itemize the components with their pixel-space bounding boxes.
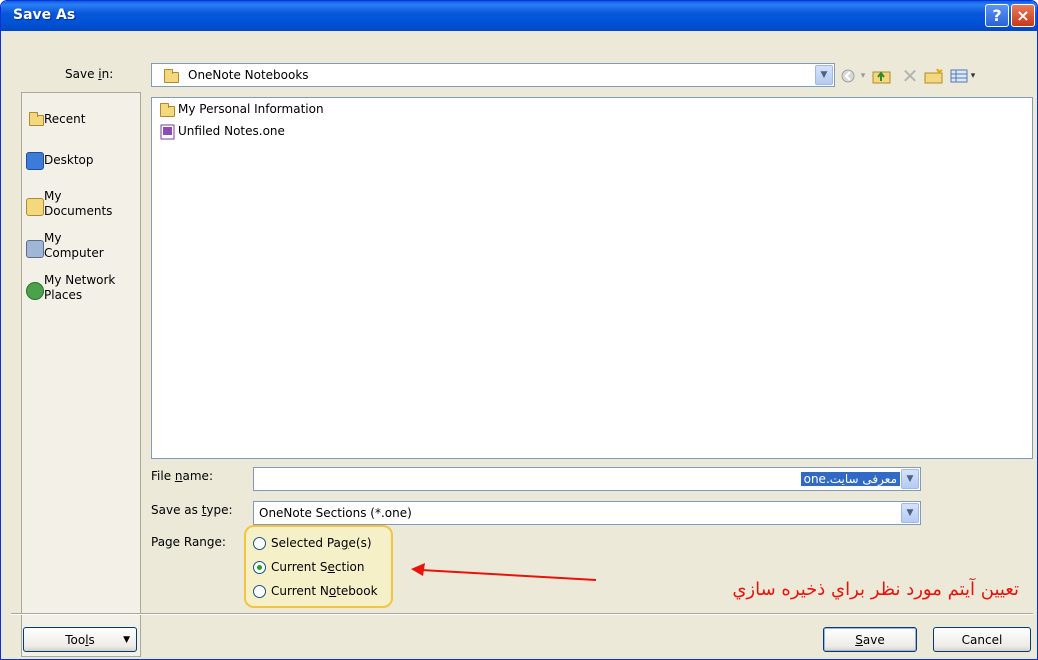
place-my-computer[interactable]: My Computer xyxy=(22,231,140,265)
delete-icon[interactable]: ✕ xyxy=(901,64,919,88)
place-my-network[interactable]: My Network Places xyxy=(22,273,140,307)
back-dropdown-icon[interactable]: ▾ xyxy=(859,67,867,85)
back-icon[interactable] xyxy=(839,67,857,85)
file-list[interactable]: My Personal Information Unfiled Notes.on… xyxy=(151,97,1033,459)
save-button[interactable]: Save xyxy=(823,627,917,652)
radio-current-section[interactable]: Current Section xyxy=(253,559,393,577)
recent-folder-icon xyxy=(29,112,44,126)
place-my-documents[interactable]: My Documents xyxy=(22,189,140,223)
chevron-down-icon[interactable]: ▼ xyxy=(901,503,919,523)
close-button[interactable]: × xyxy=(1011,4,1035,27)
radio-selected-pages[interactable]: Selected Page(s) xyxy=(253,535,393,553)
list-item[interactable]: My Personal Information xyxy=(158,102,358,118)
save-as-dialog: Save As ? × Save in: OneNote Notebooks ▼… xyxy=(0,0,1038,660)
views-icon[interactable] xyxy=(949,67,969,85)
place-recent[interactable]: Recent xyxy=(22,110,140,130)
network-places-icon xyxy=(26,282,44,300)
help-icon: ? xyxy=(992,6,1002,25)
close-icon: × xyxy=(1016,6,1030,25)
save-as-type-label: Save as type: xyxy=(151,503,233,517)
radio-button[interactable] xyxy=(253,537,266,550)
radio-current-notebook[interactable]: Current Notebook xyxy=(253,583,393,601)
chevron-down-icon[interactable]: ▼ xyxy=(901,469,919,489)
divider xyxy=(11,613,1033,615)
chevron-down-icon: ▼ xyxy=(123,634,130,645)
help-button[interactable]: ? xyxy=(985,4,1009,27)
save-as-type-combo[interactable]: OneNote Sections (*.one) ▼ xyxy=(253,501,921,525)
title-bar[interactable]: Save As ? × xyxy=(1,1,1037,31)
folder-icon xyxy=(160,103,175,117)
annotation-text: تعیین آیتم مورد نظر براي ذخیره سازي xyxy=(732,579,1019,600)
file-name-label: File name: xyxy=(151,469,213,483)
window-title: Save As xyxy=(13,7,76,23)
up-folder-icon[interactable] xyxy=(871,67,893,85)
save-in-combo[interactable]: OneNote Notebooks ▼ xyxy=(151,63,835,87)
annotation-arrow-icon xyxy=(411,563,597,581)
radio-button[interactable] xyxy=(253,585,266,598)
folder-icon xyxy=(164,69,179,83)
chevron-down-icon[interactable]: ▼ xyxy=(815,65,833,85)
save-in-label: Save in: xyxy=(65,67,114,81)
list-item[interactable]: Unfiled Notes.one xyxy=(158,124,358,140)
radio-button[interactable] xyxy=(253,561,266,574)
save-as-type-value: OneNote Sections (*.one) xyxy=(259,506,412,520)
views-dropdown-icon[interactable]: ▾ xyxy=(969,67,977,85)
save-in-value: OneNote Notebooks xyxy=(188,68,309,82)
my-documents-icon xyxy=(26,198,44,216)
tools-button[interactable]: Tools ▼ xyxy=(23,627,137,652)
my-computer-icon xyxy=(26,240,44,258)
place-desktop[interactable]: Desktop xyxy=(22,151,140,171)
file-name-value: معرفی سایت.one xyxy=(800,472,900,486)
new-folder-icon[interactable] xyxy=(923,67,945,85)
page-range-label: Page Range: xyxy=(151,535,226,549)
desktop-icon xyxy=(26,152,44,170)
file-name-input[interactable]: معرفی سایت.one ▼ xyxy=(253,467,921,491)
places-bar: Recent Desktop My Documents My Computer My… xyxy=(21,92,141,657)
onenote-file-icon xyxy=(160,124,175,140)
cancel-button[interactable]: Cancel xyxy=(933,627,1031,652)
